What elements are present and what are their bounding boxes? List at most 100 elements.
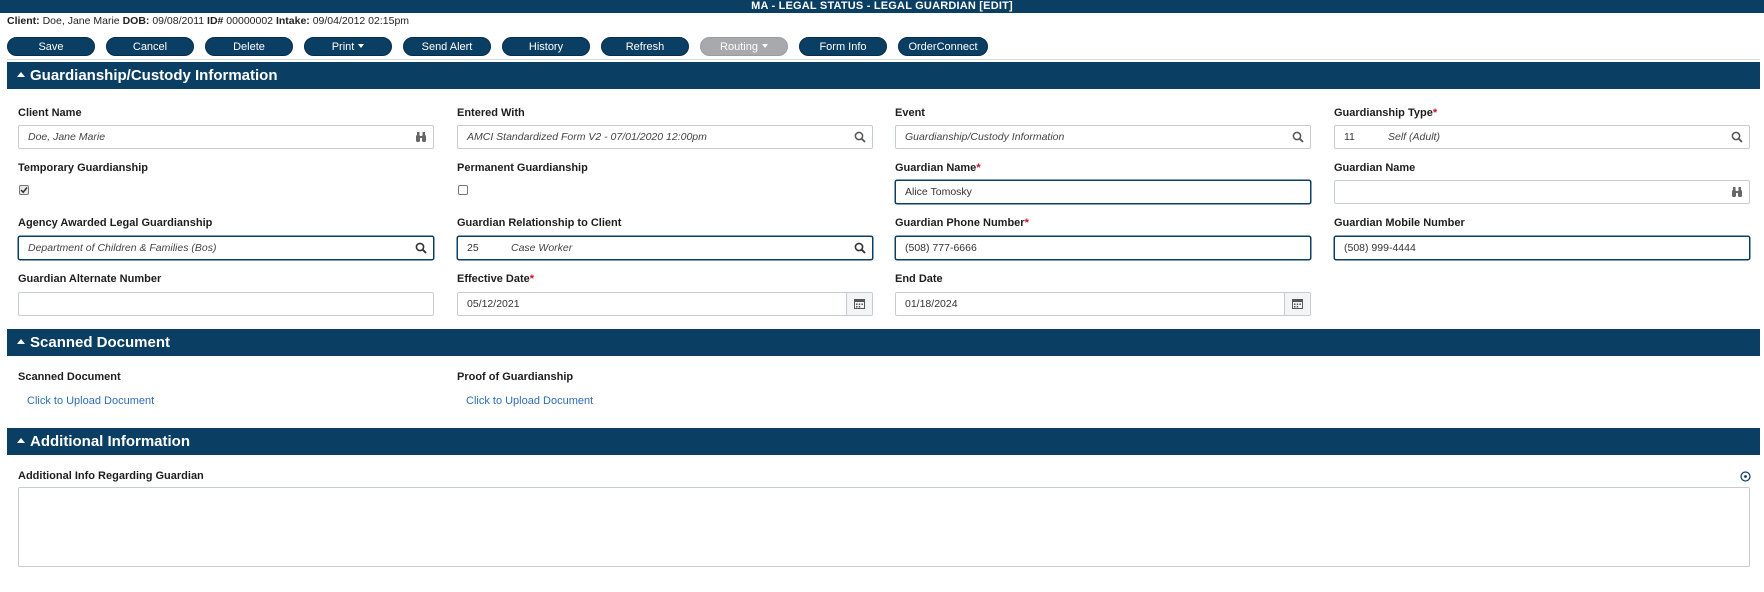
relationship-field[interactable]: 25 Case Worker — [457, 236, 873, 260]
routing-button[interactable]: Routing — [700, 37, 788, 56]
phone-value: (508) 777-6666 — [905, 242, 977, 254]
event-value: Guardianship/Custody Information — [905, 131, 1065, 143]
end-date-value: 01/18/2024 — [905, 298, 958, 310]
search-icon[interactable] — [1292, 131, 1304, 143]
info-circle-icon[interactable] — [1740, 471, 1751, 482]
effective-date-value: 05/12/2021 — [467, 298, 520, 310]
search-icon[interactable] — [1731, 131, 1743, 143]
client-info-bar: Client: Doe, Jane Marie DOB: 09/08/2011 … — [7, 14, 409, 28]
event-field[interactable]: Guardianship/Custody Information — [895, 125, 1311, 149]
section-title: Scanned Document — [30, 334, 171, 351]
effective-date-label-text: Effective Date — [457, 273, 530, 285]
window-title: MA - LEGAL STATUS - LEGAL GUARDIAN [EDIT… — [0, 0, 1764, 13]
save-button[interactable]: Save — [7, 37, 95, 56]
section-title: Additional Information — [30, 433, 190, 450]
relationship-label: Guardian Relationship to Client — [457, 217, 622, 229]
print-button[interactable]: Print — [304, 37, 392, 56]
guardian-name-lookup-field[interactable] — [1334, 180, 1750, 204]
entered-with-label: Entered With — [457, 107, 525, 119]
mobile-value: (508) 999-4444 — [1344, 242, 1416, 254]
entered-with-field[interactable]: AMCI Standardized Form V2 - 07/01/2020 1… — [457, 125, 873, 149]
history-button[interactable]: History — [502, 37, 590, 56]
permanent-guardianship-label: Permanent Guardianship — [457, 162, 588, 174]
permanent-guardianship-checkbox[interactable] — [458, 185, 468, 195]
scanned-document-label: Scanned Document — [18, 371, 121, 383]
order-connect-button[interactable]: OrderConnect — [898, 37, 988, 56]
effective-date-input[interactable]: 05/12/2021 — [457, 292, 873, 316]
section-header-additional-information[interactable]: Additional Information — [7, 428, 1760, 455]
section-header-guardianship[interactable]: Guardianship/Custody Information — [7, 62, 1760, 89]
required-marker: * — [529, 273, 535, 285]
print-label: Print — [331, 41, 355, 53]
client-name-field[interactable]: Doe, Jane Marie — [18, 125, 434, 149]
agency-awarded-field[interactable]: Department of Children & Families (Bos) — [18, 236, 434, 260]
phone-input[interactable]: (508) 777-6666 — [895, 236, 1311, 260]
section-title: Guardianship/Custody Information — [30, 67, 278, 84]
send-alert-button[interactable]: Send Alert — [403, 37, 491, 56]
relationship-code: 25 — [467, 242, 479, 254]
guardianship-type-code: 11 — [1344, 131, 1355, 143]
dob-value: 09/08/2011 — [152, 15, 205, 27]
guardianship-type-value: Self (Adult) — [1388, 131, 1440, 143]
section-header-scanned-document[interactable]: Scanned Document — [7, 329, 1760, 356]
phone-label-text: Guardian Phone Number — [895, 217, 1025, 229]
required-marker: * — [1432, 107, 1438, 119]
entered-with-value: AMCI Standardized Form V2 - 07/01/2020 1… — [467, 131, 707, 143]
divider — [7, 59, 1760, 60]
upload-scanned-document-link[interactable]: Click to Upload Document — [27, 395, 154, 408]
guardian-name-label: Guardian Name* — [895, 162, 981, 175]
search-icon[interactable] — [415, 242, 427, 254]
calendar-button[interactable] — [1284, 293, 1310, 315]
alternate-number-input[interactable] — [18, 292, 434, 316]
calendar-icon — [1292, 299, 1303, 309]
additional-info-textarea[interactable] — [18, 487, 1750, 567]
chevron-down-icon — [761, 44, 768, 49]
phone-label: Guardian Phone Number* — [895, 217, 1029, 230]
guardian-name-lookup-label: Guardian Name — [1334, 162, 1416, 174]
guardian-name-value: Alice Tomosky — [905, 186, 972, 198]
guardian-name-input[interactable]: Alice Tomosky — [895, 180, 1311, 204]
chevron-down-icon — [358, 44, 365, 49]
mobile-input[interactable]: (508) 999-4444 — [1334, 236, 1750, 260]
search-icon[interactable] — [854, 131, 866, 143]
client-label: Client: — [7, 15, 40, 27]
collapse-icon — [17, 72, 25, 78]
client-value: Doe, Jane Marie — [42, 15, 120, 27]
id-value: 00000002 — [226, 15, 274, 27]
binoculars-icon[interactable] — [1731, 186, 1743, 198]
guardianship-type-label-text: Guardianship Type — [1334, 107, 1433, 119]
alternate-number-label: Guardian Alternate Number — [18, 273, 162, 285]
collapse-icon — [17, 438, 25, 444]
search-icon[interactable] — [854, 242, 866, 254]
agency-awarded-label: Agency Awarded Legal Guardianship — [18, 217, 213, 229]
client-name-label: Client Name — [18, 107, 82, 119]
dob-label: DOB: — [122, 15, 150, 27]
upload-proof-link[interactable]: Click to Upload Document — [466, 395, 593, 408]
binoculars-icon[interactable] — [415, 131, 427, 143]
form-info-button[interactable]: Form Info — [799, 37, 887, 56]
required-marker: * — [976, 162, 981, 174]
proof-of-guardianship-label: Proof of Guardianship — [457, 371, 574, 383]
temporary-guardianship-label: Temporary Guardianship — [18, 162, 148, 174]
calendar-icon — [854, 299, 865, 309]
calendar-button[interactable] — [846, 293, 872, 315]
cancel-button[interactable]: Cancel — [106, 37, 194, 56]
intake-label: Intake: — [275, 15, 310, 27]
additional-info-label: Additional Info Regarding Guardian — [18, 470, 204, 482]
routing-label: Routing — [720, 41, 758, 53]
intake-value: 09/04/2012 02:15pm — [312, 15, 410, 27]
guardianship-type-field[interactable]: 11 Self (Adult) — [1334, 125, 1750, 149]
collapse-icon — [17, 339, 25, 345]
temporary-guardianship-checkbox[interactable] — [19, 185, 29, 195]
end-date-label: End Date — [895, 273, 943, 285]
guardian-name-label-text: Guardian Name — [895, 162, 977, 174]
effective-date-label: Effective Date* — [457, 273, 534, 286]
toolbar: Save Cancel Delete Print Send Alert Hist… — [7, 37, 999, 56]
guardianship-type-label: Guardianship Type* — [1334, 107, 1437, 120]
refresh-button[interactable]: Refresh — [601, 37, 689, 56]
mobile-label: Guardian Mobile Number — [1334, 217, 1465, 229]
check-icon — [20, 187, 28, 194]
required-marker: * — [1024, 217, 1029, 229]
end-date-input[interactable]: 01/18/2024 — [895, 292, 1311, 316]
delete-button[interactable]: Delete — [205, 37, 293, 56]
